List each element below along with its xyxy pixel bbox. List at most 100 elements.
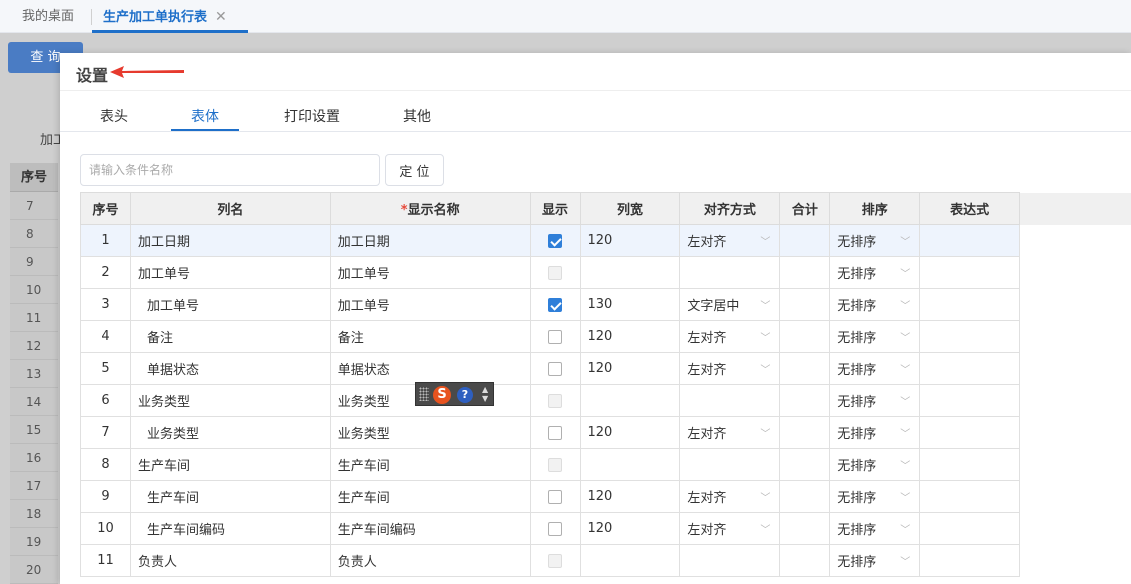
- ime-menu-icon[interactable]: ▲ ▼: [482, 385, 488, 403]
- sort-select[interactable]: 无排序 ﹀: [837, 263, 912, 282]
- cell-expression[interactable]: [919, 256, 1021, 289]
- align-select[interactable]: 文字居中 ﹀: [687, 295, 772, 314]
- sort-select[interactable]: 无排序 ﹀: [837, 231, 912, 250]
- table-row[interactable]: 1 加工日期 加工日期 120 左对齐 ﹀ 无排序 ﹀: [80, 224, 1131, 257]
- cell-width[interactable]: [579, 384, 681, 417]
- cell-sort[interactable]: 无排序 ﹀: [829, 320, 921, 353]
- sort-select[interactable]: 无排序 ﹀: [837, 423, 912, 442]
- cell-align[interactable]: 左对齐 ﹀: [679, 320, 781, 353]
- sort-select[interactable]: 无排序 ﹀: [837, 487, 912, 506]
- cell-display-name[interactable]: 备注: [329, 320, 531, 353]
- cell-width[interactable]: 120: [579, 416, 681, 449]
- cell-expression[interactable]: [919, 544, 1021, 577]
- cell-sort[interactable]: 无排序 ﹀: [829, 256, 921, 289]
- cell-align[interactable]: 左对齐 ﹀: [679, 352, 781, 385]
- cell-sort[interactable]: 无排序 ﹀: [829, 352, 921, 385]
- sort-select[interactable]: 无排序 ﹀: [837, 295, 912, 314]
- cell-align[interactable]: 文字居中 ﹀: [679, 288, 781, 321]
- cell-expression[interactable]: [919, 288, 1021, 321]
- locate-button[interactable]: 定 位: [385, 154, 444, 186]
- tab-body[interactable]: 表体: [191, 106, 219, 126]
- cell-sort[interactable]: 无排序 ﹀: [829, 224, 921, 257]
- table-row[interactable]: 7 业务类型 业务类型 120 左对齐 ﹀ 无排序 ﹀: [80, 416, 1131, 449]
- cell-display-name[interactable]: 生产车间: [329, 448, 531, 481]
- cell-align[interactable]: 左对齐 ﹀: [679, 512, 781, 545]
- cell-display-name[interactable]: 生产车间编码: [329, 512, 531, 545]
- cell-width[interactable]: [579, 448, 681, 481]
- cell-display-name[interactable]: 单据状态: [329, 352, 531, 385]
- align-select[interactable]: 左对齐 ﹀: [687, 487, 772, 506]
- drag-handle-icon[interactable]: [419, 387, 429, 401]
- table-row[interactable]: 3 加工单号 加工单号 130 文字居中 ﹀ 无排序 ﹀: [80, 288, 1131, 321]
- cell-align[interactable]: 左对齐 ﹀: [679, 416, 781, 449]
- cell-width[interactable]: 120: [579, 480, 681, 513]
- table-row[interactable]: 8 生产车间 生产车间 无排序 ﹀: [80, 448, 1131, 481]
- table-row[interactable]: 10 生产车间编码 生产车间编码 120 左对齐 ﹀ 无排序 ﹀: [80, 512, 1131, 545]
- cell-expression[interactable]: [919, 416, 1021, 449]
- cell-width[interactable]: [579, 256, 681, 289]
- cell-width[interactable]: 130: [579, 288, 681, 321]
- cell-expression[interactable]: [919, 352, 1021, 385]
- cell-expression[interactable]: [919, 480, 1021, 513]
- cell-sort[interactable]: 无排序 ﹀: [829, 448, 921, 481]
- cell-width[interactable]: 120: [579, 320, 681, 353]
- tab-print-settings[interactable]: 打印设置: [284, 106, 340, 126]
- sort-select[interactable]: 无排序 ﹀: [837, 519, 912, 538]
- show-checkbox[interactable]: [548, 233, 563, 248]
- show-checkbox[interactable]: [548, 489, 563, 504]
- tab-production-report[interactable]: 生产加工单执行表 ✕: [103, 0, 227, 33]
- cell-sort[interactable]: 无排序 ﹀: [829, 544, 921, 577]
- sort-select[interactable]: 无排序 ﹀: [837, 551, 912, 570]
- close-icon[interactable]: ✕: [215, 9, 227, 25]
- cell-align[interactable]: 左对齐 ﹀: [679, 480, 781, 513]
- table-row[interactable]: 4 备注 备注 120 左对齐 ﹀ 无排序 ﹀: [80, 320, 1131, 353]
- cell-width[interactable]: 120: [579, 512, 681, 545]
- show-checkbox[interactable]: [548, 521, 563, 536]
- sort-select[interactable]: 无排序 ﹀: [837, 327, 912, 346]
- cell-sort[interactable]: 无排序 ﹀: [829, 480, 921, 513]
- show-checkbox[interactable]: [548, 329, 563, 344]
- tab-header[interactable]: 表头: [100, 106, 128, 126]
- condition-search-input[interactable]: [80, 154, 380, 186]
- help-icon[interactable]: ?: [457, 387, 473, 403]
- show-checkbox[interactable]: [548, 297, 563, 312]
- cell-expression[interactable]: [919, 224, 1021, 257]
- sort-select[interactable]: 无排序 ﹀: [837, 391, 912, 410]
- table-row[interactable]: 9 生产车间 生产车间 120 左对齐 ﹀ 无排序 ﹀: [80, 480, 1131, 513]
- align-select[interactable]: 左对齐 ﹀: [687, 359, 772, 378]
- table-row[interactable]: 5 单据状态 单据状态 120 左对齐 ﹀ 无排序 ﹀: [80, 352, 1131, 385]
- cell-expression[interactable]: [919, 512, 1021, 545]
- cell-display-name[interactable]: 加工单号: [329, 256, 531, 289]
- align-select[interactable]: 左对齐 ﹀: [687, 423, 772, 442]
- cell-width[interactable]: 120: [579, 224, 681, 257]
- cell-sort[interactable]: 无排序 ﹀: [829, 512, 921, 545]
- cell-expression[interactable]: [919, 448, 1021, 481]
- show-checkbox[interactable]: [548, 361, 563, 376]
- align-select[interactable]: 左对齐 ﹀: [687, 519, 772, 538]
- sort-select[interactable]: 无排序 ﹀: [837, 455, 912, 474]
- cell-align[interactable]: 左对齐 ﹀: [679, 224, 781, 257]
- table-row[interactable]: 2 加工单号 加工单号 无排序 ﹀: [80, 256, 1131, 289]
- align-select[interactable]: 左对齐 ﹀: [687, 231, 772, 250]
- tab-my-desktop[interactable]: 我的桌面: [22, 0, 74, 33]
- cell-width[interactable]: [579, 544, 681, 577]
- cell-display-name[interactable]: 加工日期: [329, 224, 531, 257]
- cell-display-name[interactable]: 业务类型: [329, 416, 531, 449]
- ime-logo-icon[interactable]: S: [433, 386, 451, 404]
- cell-expression[interactable]: [919, 320, 1021, 353]
- cell-width[interactable]: 120: [579, 352, 681, 385]
- ime-toolbar[interactable]: S ? ▲ ▼: [415, 382, 494, 406]
- sort-select[interactable]: 无排序 ﹀: [837, 359, 912, 378]
- cell-display-name[interactable]: 负责人: [329, 544, 531, 577]
- table-row[interactable]: 11 负责人 负责人 无排序 ﹀: [80, 544, 1131, 577]
- cell-display-name[interactable]: 加工单号: [329, 288, 531, 321]
- cell-expression[interactable]: [919, 384, 1021, 417]
- cell-sort[interactable]: 无排序 ﹀: [829, 384, 921, 417]
- cell-sort[interactable]: 无排序 ﹀: [829, 288, 921, 321]
- tab-other[interactable]: 其他: [403, 106, 431, 126]
- align-select[interactable]: 左对齐 ﹀: [687, 327, 772, 346]
- show-checkbox[interactable]: [548, 425, 563, 440]
- cell-sort[interactable]: 无排序 ﹀: [829, 416, 921, 449]
- table-row[interactable]: 6 业务类型 业务类型 无排序 ﹀: [80, 384, 1131, 417]
- cell-display-name[interactable]: 生产车间: [329, 480, 531, 513]
